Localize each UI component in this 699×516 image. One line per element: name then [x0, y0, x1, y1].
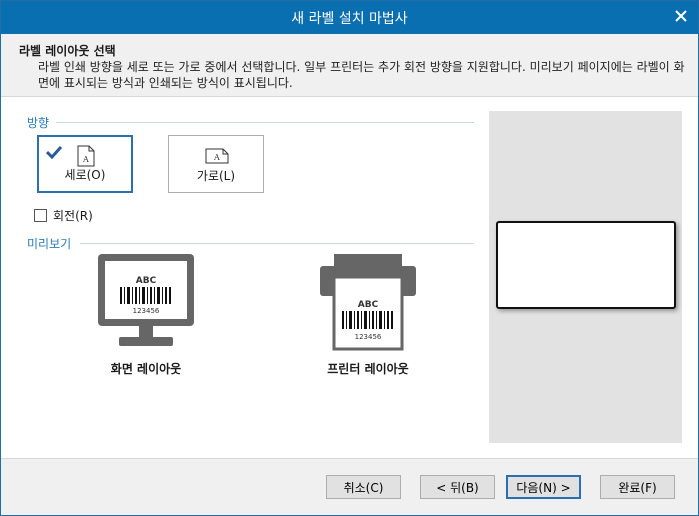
rotate-label: 회전(R) [53, 209, 93, 223]
wizard-footer: 취소(C) < 뒤(B) 다음(N) > 완료(F) [1, 458, 698, 515]
monitor-icon: ABC 123456 [98, 254, 194, 346]
printer-barcode-number: 123456 [355, 333, 382, 341]
portrait-label: 세로(O) [64, 168, 106, 182]
label-preview-card [496, 221, 676, 309]
cancel-button[interactable]: 취소(C) [326, 475, 401, 499]
printer-layout-preview: ABC 123456 [318, 253, 418, 354]
orientation-divider [56, 122, 474, 123]
preview-divider [80, 243, 474, 244]
checkmark-icon [46, 145, 62, 159]
landscape-page-icon: A [205, 148, 229, 164]
orientation-section-label: 방향 [27, 116, 50, 130]
window-title: 새 라벨 설치 마법사 [291, 11, 408, 27]
page-description: 라벨 인쇄 방향을 세로 또는 가로 중에서 선택합니다. 일부 프린터는 추가… [38, 60, 685, 90]
screen-barcode-number: 123456 [133, 307, 160, 315]
printer-barcode-top: ABC [358, 300, 379, 310]
rotate-checkbox-box[interactable] [34, 209, 47, 222]
landscape-label: 가로(L) [196, 169, 236, 183]
back-button[interactable]: < 뒤(B) [420, 475, 495, 499]
screen-layout-caption: 화면 레이아웃 [110, 362, 182, 376]
portrait-button[interactable]: A 세로(O) [37, 135, 133, 193]
svg-text:A: A [213, 153, 220, 162]
preview-section-label: 미리보기 [27, 237, 72, 251]
page-title: 라벨 레이아웃 선택 [19, 44, 116, 58]
label-preview-panel [489, 111, 682, 443]
screen-layout-preview: ABC 123456 [97, 253, 195, 352]
screen-barcode-top: ABC [136, 276, 157, 286]
portrait-page-icon: A [77, 145, 95, 167]
svg-text:A: A [82, 155, 89, 164]
landscape-button[interactable]: A 가로(L) [168, 135, 264, 193]
printer-icon: ABC 123456 [320, 254, 416, 351]
wizard-header: 라벨 레이아웃 선택 라벨 인쇄 방향을 세로 또는 가로 중에서 선택합니다.… [1, 34, 698, 97]
printer-layout-caption: 프린터 레이아웃 [327, 362, 409, 376]
next-button[interactable]: 다음(N) > [506, 475, 581, 499]
title-bar: 새 라벨 설치 마법사 [0, 0, 699, 34]
rotate-checkbox[interactable]: 회전(R) [34, 207, 93, 224]
close-icon[interactable] [671, 6, 691, 26]
finish-button[interactable]: 완료(F) [600, 475, 675, 499]
